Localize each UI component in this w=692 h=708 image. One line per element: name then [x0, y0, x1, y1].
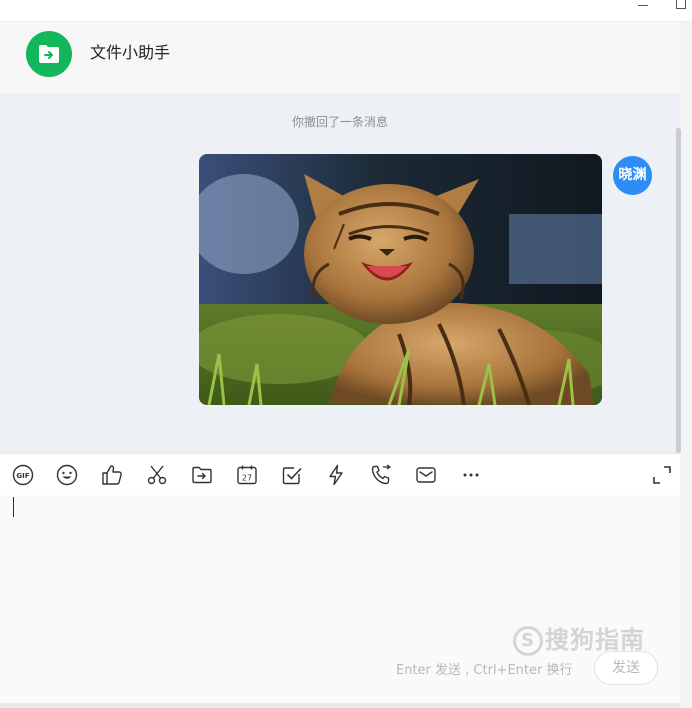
expand-icon [653, 466, 671, 484]
emoji-button[interactable] [55, 463, 79, 487]
minimize-icon[interactable] [632, 0, 654, 14]
expand-button[interactable] [650, 463, 674, 487]
bottom-border [0, 703, 680, 708]
chat-title: 文件小助手 [90, 43, 171, 62]
folder-arrow-icon [39, 45, 59, 63]
send-file-button[interactable] [190, 463, 214, 487]
gif-button[interactable]: GIF [11, 463, 35, 487]
watermark: S 搜狗指南 [513, 620, 645, 656]
send-hint: Enter 发送 , Ctrl+Enter 换行 [396, 663, 573, 678]
folder-send-icon [192, 466, 212, 484]
todo-button[interactable] [280, 463, 304, 487]
gif-icon: GIF [12, 464, 34, 486]
message-list[interactable]: 你撤回了一条消息 晓渊 [0, 95, 680, 453]
more-button[interactable] [459, 463, 483, 487]
lightning-icon [329, 464, 343, 486]
title-bar [0, 0, 692, 22]
emoji-icon [56, 464, 78, 486]
message-input[interactable]: Enter 发送 , Ctrl+Enter 换行 发送 [0, 495, 680, 708]
image-message[interactable] [199, 154, 602, 405]
input-toolbar: GIF 27 [0, 453, 680, 495]
file-assistant-avatar[interactable] [26, 31, 72, 77]
send-button[interactable]: 发送 [594, 651, 658, 685]
scrollbar-thumb[interactable] [676, 128, 681, 453]
recall-notice: 你撤回了一条消息 [291, 115, 388, 129]
gif-icon-label: GIF [16, 472, 29, 480]
text-caret [13, 497, 14, 517]
checkbox-icon [282, 467, 302, 485]
watermark-text: 搜狗指南 [545, 626, 645, 654]
calendar-day: 27 [242, 474, 252, 483]
sender-avatar[interactable]: 晓渊 [613, 156, 652, 195]
screenshot-button[interactable] [145, 463, 169, 487]
kitten-photo [199, 154, 602, 405]
chat-header: 文件小助手 [0, 22, 680, 95]
scissors-icon [147, 465, 167, 485]
call-button[interactable] [369, 463, 393, 487]
thumbs-up-icon [102, 465, 122, 485]
phone-icon [371, 464, 392, 485]
watermark-logo: S [513, 626, 543, 656]
calendar-button[interactable]: 27 [235, 463, 259, 487]
more-icon [463, 473, 479, 477]
ding-button[interactable] [324, 463, 348, 487]
maximize-icon[interactable] [668, 0, 690, 14]
calendar-icon: 27 [237, 465, 257, 485]
mail-icon [416, 467, 436, 483]
scrollbar-track[interactable] [680, 22, 692, 708]
like-button[interactable] [100, 463, 124, 487]
mail-button[interactable] [414, 463, 438, 487]
